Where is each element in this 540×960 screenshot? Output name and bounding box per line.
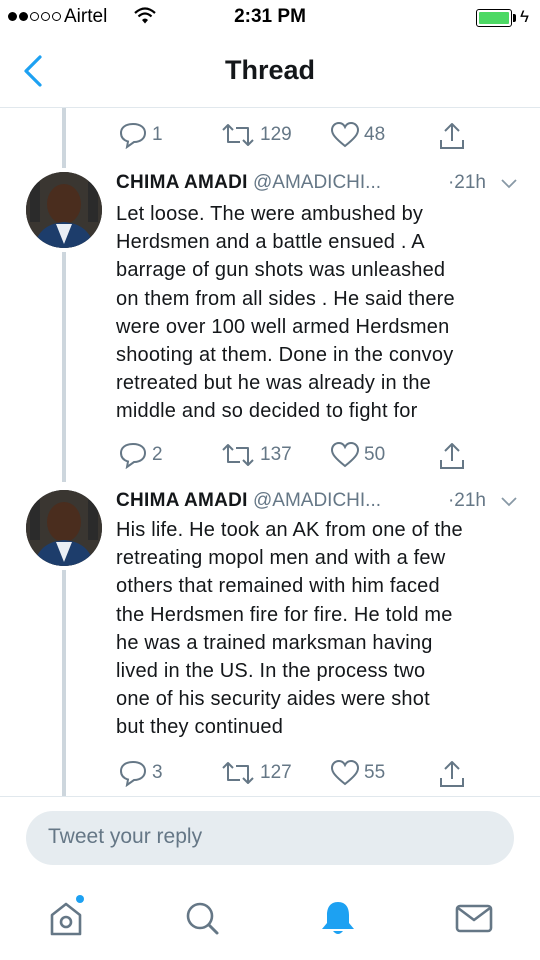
- reply-button[interactable]: 3: [118, 759, 163, 787]
- tab-notifications[interactable]: [316, 896, 360, 940]
- reply-input[interactable]: Tweet your reply: [26, 811, 514, 865]
- share-button[interactable]: [438, 121, 466, 151]
- reply-count: 1: [152, 124, 163, 145]
- like-button[interactable]: 55: [330, 759, 385, 787]
- tweet-header: CHIMA AMADI @AMADICHI... ·21h: [116, 172, 526, 200]
- tweet-text: Let loose. The were ambushed by Herdsmen…: [116, 203, 455, 423]
- heart-icon: [330, 441, 360, 468]
- retweet-icon: [222, 762, 254, 784]
- avatar[interactable]: [26, 172, 102, 248]
- tweet-time: ·21h: [447, 490, 486, 511]
- tweet-time: ·21h: [447, 172, 486, 193]
- tweet-actions: 1 129 48: [116, 121, 476, 151]
- retweet-button[interactable]: 129: [220, 121, 292, 149]
- like-button[interactable]: 48: [330, 121, 385, 149]
- new-content-indicator: [76, 895, 84, 903]
- like-count: 55: [364, 762, 386, 783]
- mail-icon: [455, 904, 493, 933]
- author-handle[interactable]: @AMADICHI...: [253, 172, 381, 193]
- thread-connector-line: [62, 570, 66, 796]
- retweet-button[interactable]: 127: [220, 759, 292, 787]
- reply-button[interactable]: 1: [118, 121, 163, 149]
- tweet-actions: 3 127 55: [116, 759, 476, 789]
- like-count: 50: [364, 444, 386, 465]
- like-button[interactable]: 50: [330, 441, 385, 469]
- thread-connector-line: [62, 108, 66, 168]
- battery-icon: [476, 9, 512, 27]
- retweet-count: 137: [260, 444, 292, 465]
- share-button[interactable]: [438, 759, 466, 789]
- charging-icon: ϟ: [520, 7, 529, 26]
- reply-count: 3: [152, 762, 163, 783]
- retweet-icon: [222, 444, 254, 466]
- share-icon: [440, 443, 464, 469]
- share-icon: [440, 123, 464, 149]
- reply-bar: Tweet your reply: [0, 796, 540, 874]
- author-name[interactable]: CHIMA AMADI: [116, 172, 248, 193]
- search-icon: [186, 902, 219, 935]
- reply-icon: [119, 122, 147, 149]
- tab-search[interactable]: [180, 896, 224, 940]
- status-bar: Airtel 2:31 PM ϟ: [0, 0, 540, 36]
- author-name[interactable]: CHIMA AMADI: [116, 490, 248, 511]
- author-handle[interactable]: @AMADICHI...: [253, 490, 381, 511]
- tab-messages[interactable]: [452, 896, 496, 940]
- thread-connector-line: [62, 252, 66, 482]
- tweet-header: CHIMA AMADI @AMADICHI... ·21h: [116, 490, 526, 518]
- heart-icon: [330, 759, 360, 786]
- navigation-bar: Thread: [0, 36, 540, 108]
- retweet-count: 129: [260, 124, 292, 145]
- chevron-down-icon[interactable]: [500, 178, 518, 190]
- share-button[interactable]: [438, 441, 466, 471]
- retweet-count: 127: [260, 762, 292, 783]
- reply-button[interactable]: 2: [118, 441, 163, 469]
- retweet-icon: [222, 124, 254, 146]
- page-title: Thread: [224, 55, 316, 85]
- like-count: 48: [364, 124, 386, 145]
- bell-icon: [322, 902, 354, 934]
- reply-count: 2: [152, 444, 163, 465]
- heart-icon: [330, 121, 360, 148]
- status-time: 2:31 PM: [234, 6, 306, 27]
- avatar[interactable]: [26, 490, 102, 566]
- chevron-down-icon[interactable]: [500, 496, 518, 508]
- reply-icon: [119, 760, 147, 787]
- tweet-actions: 2 137 50: [116, 441, 476, 471]
- battery-cap: [513, 14, 516, 22]
- share-icon: [440, 761, 464, 787]
- tab-bar: [0, 876, 540, 960]
- retweet-button[interactable]: 137: [220, 441, 292, 469]
- tweet-text: His life. He took an AK from one of the …: [116, 519, 463, 739]
- reply-icon: [119, 442, 147, 469]
